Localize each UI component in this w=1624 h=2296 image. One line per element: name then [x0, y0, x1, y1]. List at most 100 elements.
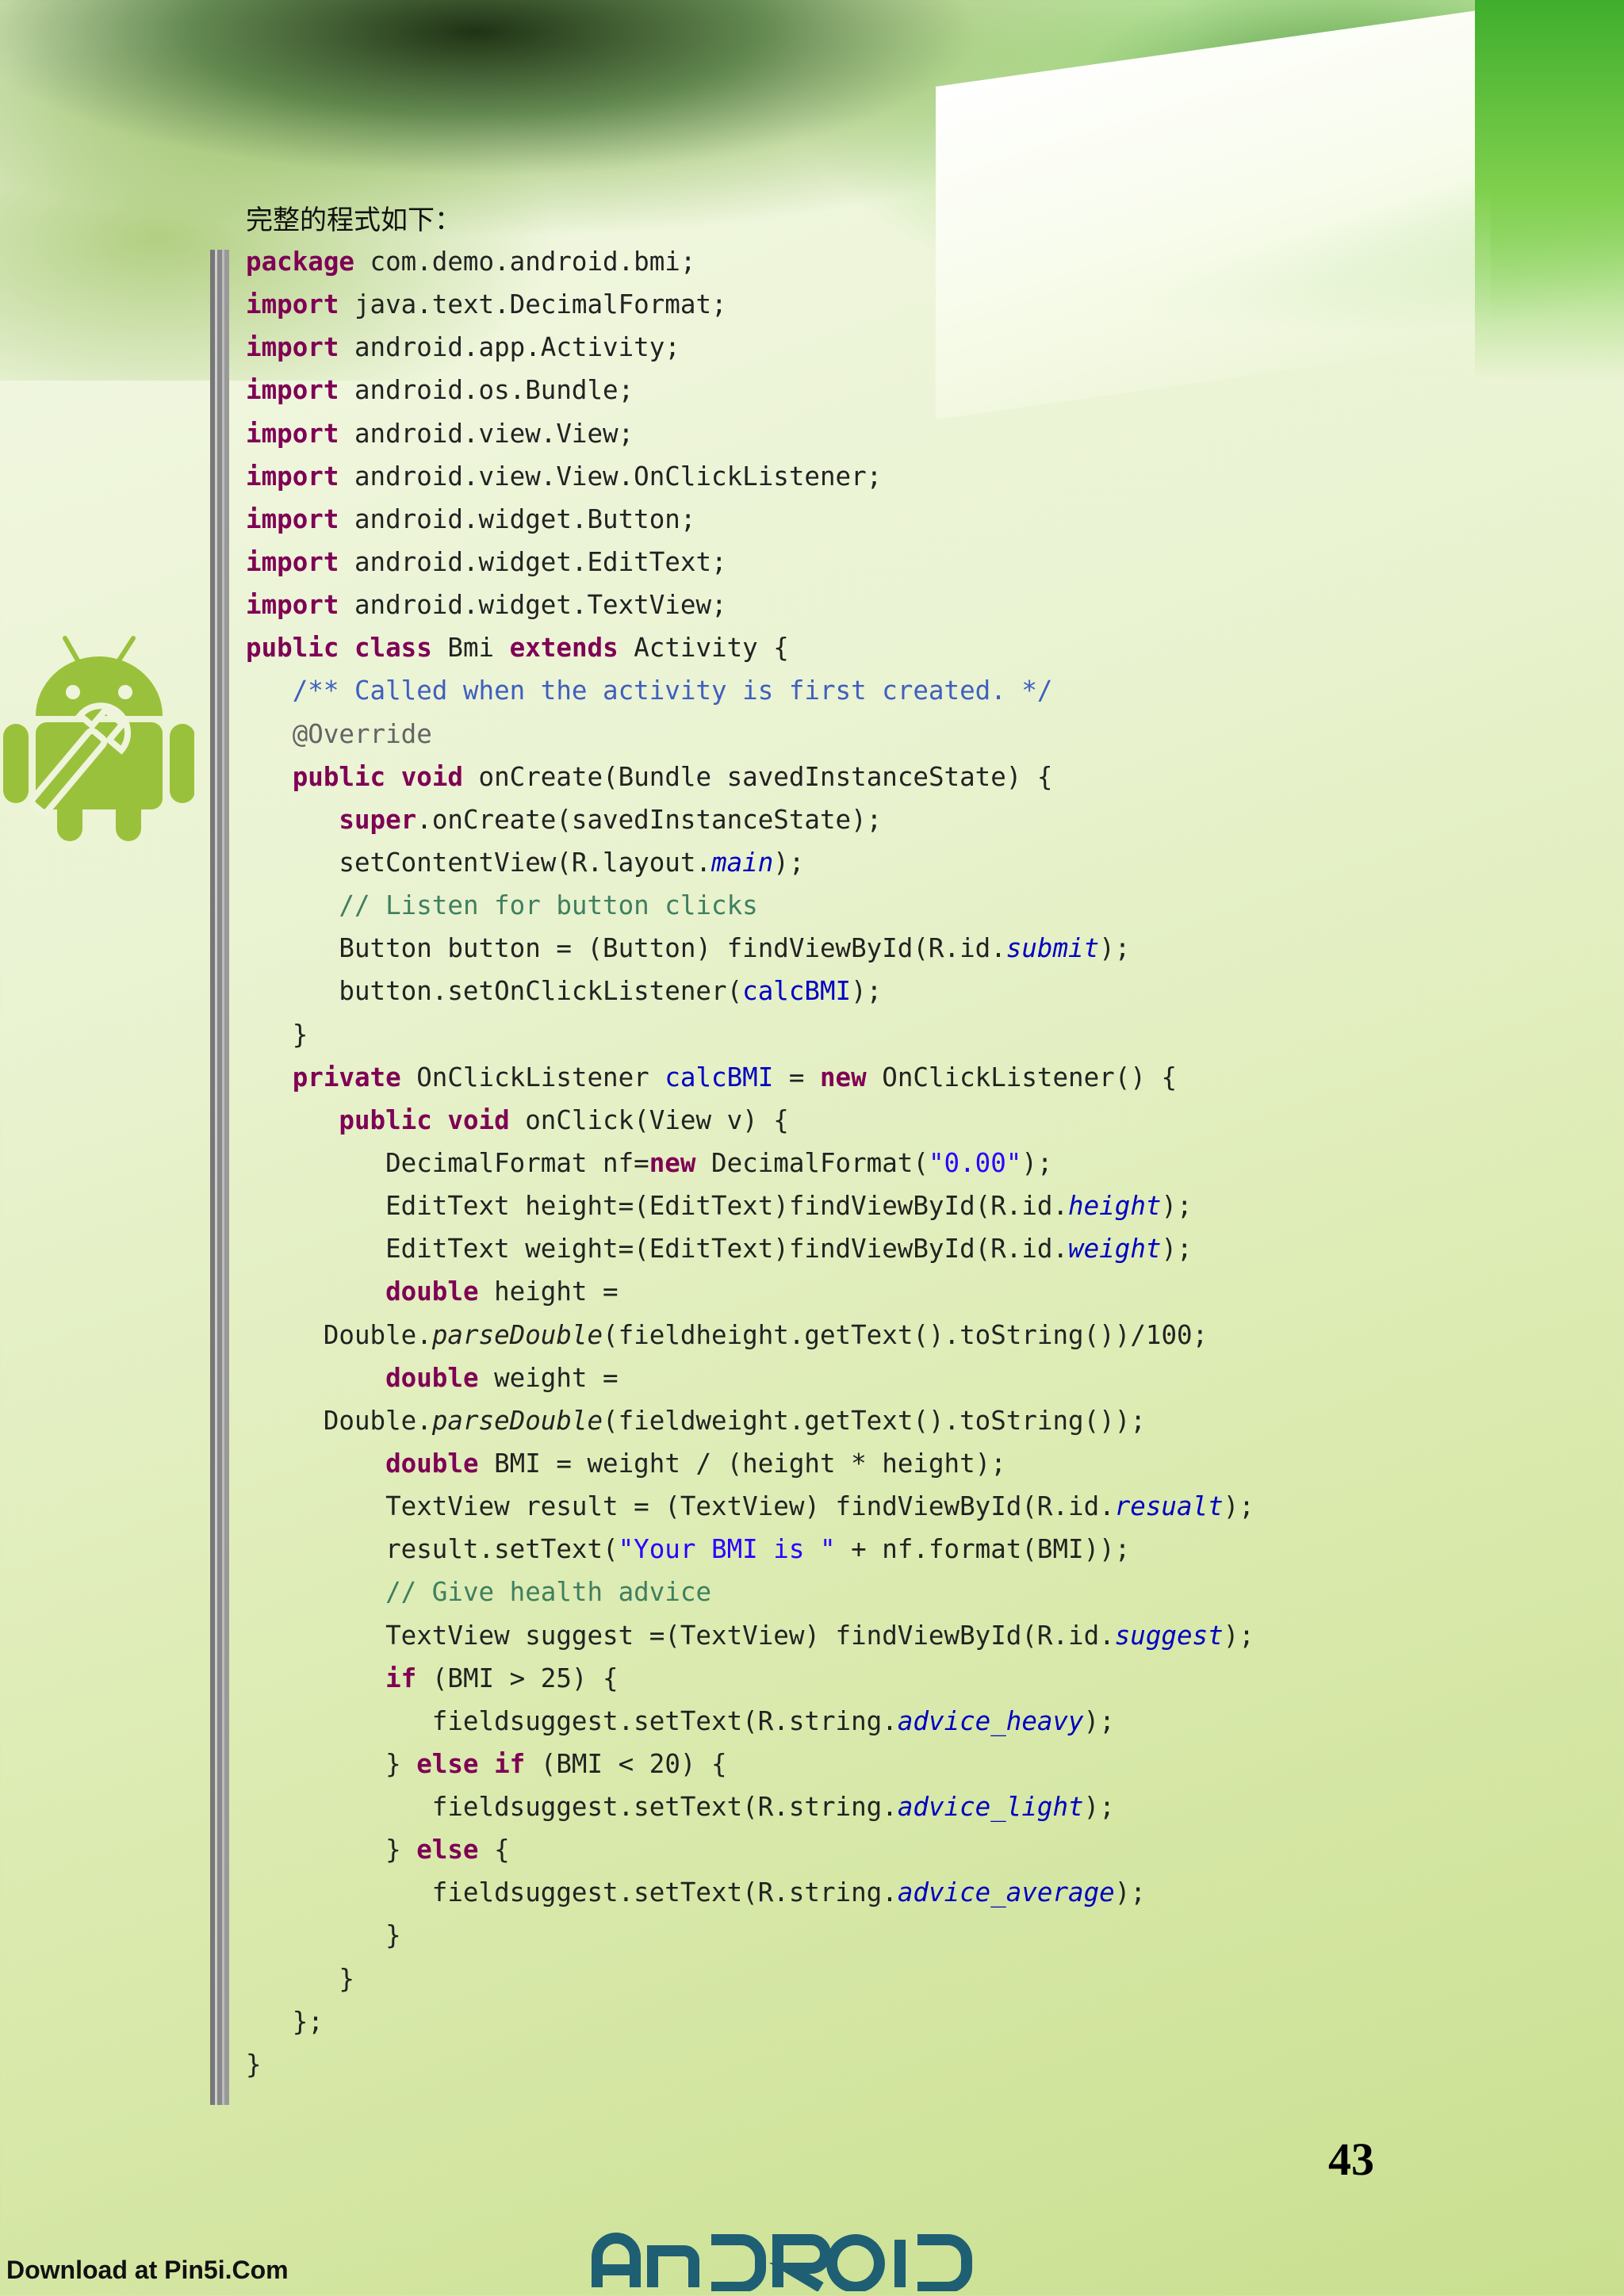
android-wordmark-logo [592, 2233, 972, 2291]
code-line: TextView suggest =(TextView) findViewByI… [246, 1614, 1254, 1657]
code-token: import [246, 332, 339, 363]
code-line: fieldsuggest.setText(R.string.advice_ave… [246, 1871, 1254, 1914]
code-token: } [246, 1019, 308, 1050]
code-line: import android.widget.EditText; [246, 541, 1254, 584]
code-token: else [416, 1748, 479, 1779]
code-line: setContentView(R.layout.main); [246, 841, 1254, 884]
code-token: new [649, 1147, 696, 1178]
code-token: BMI = weight / (height * height); [478, 1448, 1006, 1479]
code-token: fieldsuggest.setText(R.string. [246, 1877, 898, 1908]
code-token: void [447, 1104, 510, 1135]
code-token: fieldsuggest.setText(R.string. [246, 1705, 898, 1736]
code-token: advice_average [897, 1877, 1115, 1908]
code-line: button.setOnClickListener(calcBMI); [246, 970, 1254, 1012]
code-token: fieldsuggest.setText(R.string. [246, 1792, 898, 1823]
header-photo-green-strip [1475, 0, 1624, 381]
code-token: android.widget.Button; [339, 503, 696, 534]
code-token: // Listen for button clicks [339, 890, 758, 921]
code-line: double weight = [246, 1357, 1254, 1399]
code-token: onCreate(Bundle savedInstanceState) { [462, 761, 1053, 792]
code-line: import android.widget.Button; [246, 498, 1254, 541]
code-line: } [246, 1914, 1254, 1957]
code-token: calcBMI [665, 1062, 774, 1093]
code-token: resualt [1114, 1491, 1224, 1522]
code-token: class [354, 633, 432, 664]
code-line: import android.view.View; [246, 412, 1254, 455]
code-token: private [292, 1062, 401, 1093]
code-token: advice_light [897, 1792, 1084, 1823]
code-token: android.view.View.OnClickListener; [339, 461, 883, 492]
code-line: } else { [246, 1828, 1254, 1871]
code-token: if [494, 1748, 526, 1779]
code-token: else [416, 1835, 479, 1866]
footer-download-text: Download at Pin5i.Com [6, 2256, 289, 2284]
code-token: main [711, 847, 774, 878]
code-token: // Give health advice [385, 1577, 712, 1608]
code-token: ); [1161, 1191, 1193, 1222]
code-token: Activity { [618, 633, 789, 664]
code-token: ); [851, 976, 883, 1007]
code-token: ); [1083, 1792, 1115, 1823]
code-token: EditText height=(EditText)findViewById(R… [246, 1191, 1069, 1222]
code-token: ); [773, 847, 805, 878]
code-line: // Give health advice [246, 1571, 1254, 1613]
code-token: import [246, 546, 339, 577]
code-token: setContentView(R.layout. [246, 847, 711, 878]
code-token: ); [1083, 1705, 1115, 1736]
code-token: import [246, 289, 339, 320]
code-line: Double.parseDouble(fieldheight.getText()… [246, 1314, 1254, 1357]
code-line: private OnClickListener calcBMI = new On… [246, 1056, 1254, 1099]
code-line: TextView result = (TextView) findViewByI… [246, 1485, 1254, 1528]
code-token: (fieldheight.getText().toString())/100; [603, 1319, 1208, 1350]
code-token: TextView result = (TextView) findViewByI… [246, 1491, 1115, 1522]
code-token: } [246, 1920, 401, 1951]
code-token: } [246, 2049, 262, 2080]
code-token: Button button = (Button) findViewById(R.… [246, 933, 1006, 964]
code-token: com.demo.android.bmi; [354, 247, 696, 277]
code-token: Bmi [431, 633, 510, 664]
code-token: /** Called when the activity is first cr… [292, 675, 1053, 706]
code-token: "Your BMI is " [618, 1534, 836, 1565]
code-token: new [819, 1062, 867, 1093]
code-line: result.setText("Your BMI is " + nf.forma… [246, 1528, 1254, 1571]
code-line: public class Bmi extends Activity { [246, 626, 1254, 669]
code-token: import [246, 590, 339, 621]
code-token: super [339, 804, 417, 835]
code-token: extends [509, 633, 619, 664]
code-line: // Listen for button clicks [246, 884, 1254, 927]
code-line: if (BMI > 25) { [246, 1657, 1254, 1700]
code-token: public [339, 1104, 432, 1135]
code-line: EditText weight=(EditText)findViewById(R… [246, 1227, 1254, 1270]
code-line: @Override [246, 713, 1254, 756]
code-token: import [246, 503, 339, 534]
code-token: } [246, 1835, 417, 1866]
code-token: java.text.DecimalFormat; [339, 289, 727, 320]
code-line: } [246, 1957, 1254, 2000]
code-token: ); [1223, 1491, 1254, 1522]
page-number: 43 [1328, 2133, 1374, 2185]
code-token: submit [1005, 933, 1100, 964]
code-token: "0.00" [928, 1147, 1022, 1178]
code-line: import android.widget.TextView; [246, 584, 1254, 626]
code-token: if [385, 1663, 417, 1693]
code-token: import [246, 418, 339, 449]
code-token: (fieldweight.getText().toString()); [603, 1405, 1146, 1436]
code-line: /** Called when the activity is first cr… [246, 669, 1254, 712]
code-token: import [246, 375, 339, 406]
code-line: Double.parseDouble(fieldweight.getText()… [246, 1399, 1254, 1442]
code-token: OnClickListener [400, 1062, 665, 1093]
code-token: void [400, 761, 463, 792]
code-token: (BMI < 20) { [525, 1748, 727, 1779]
code-line: } [246, 1013, 1254, 1056]
code-line: fieldsuggest.setText(R.string.advice_lig… [246, 1785, 1254, 1828]
